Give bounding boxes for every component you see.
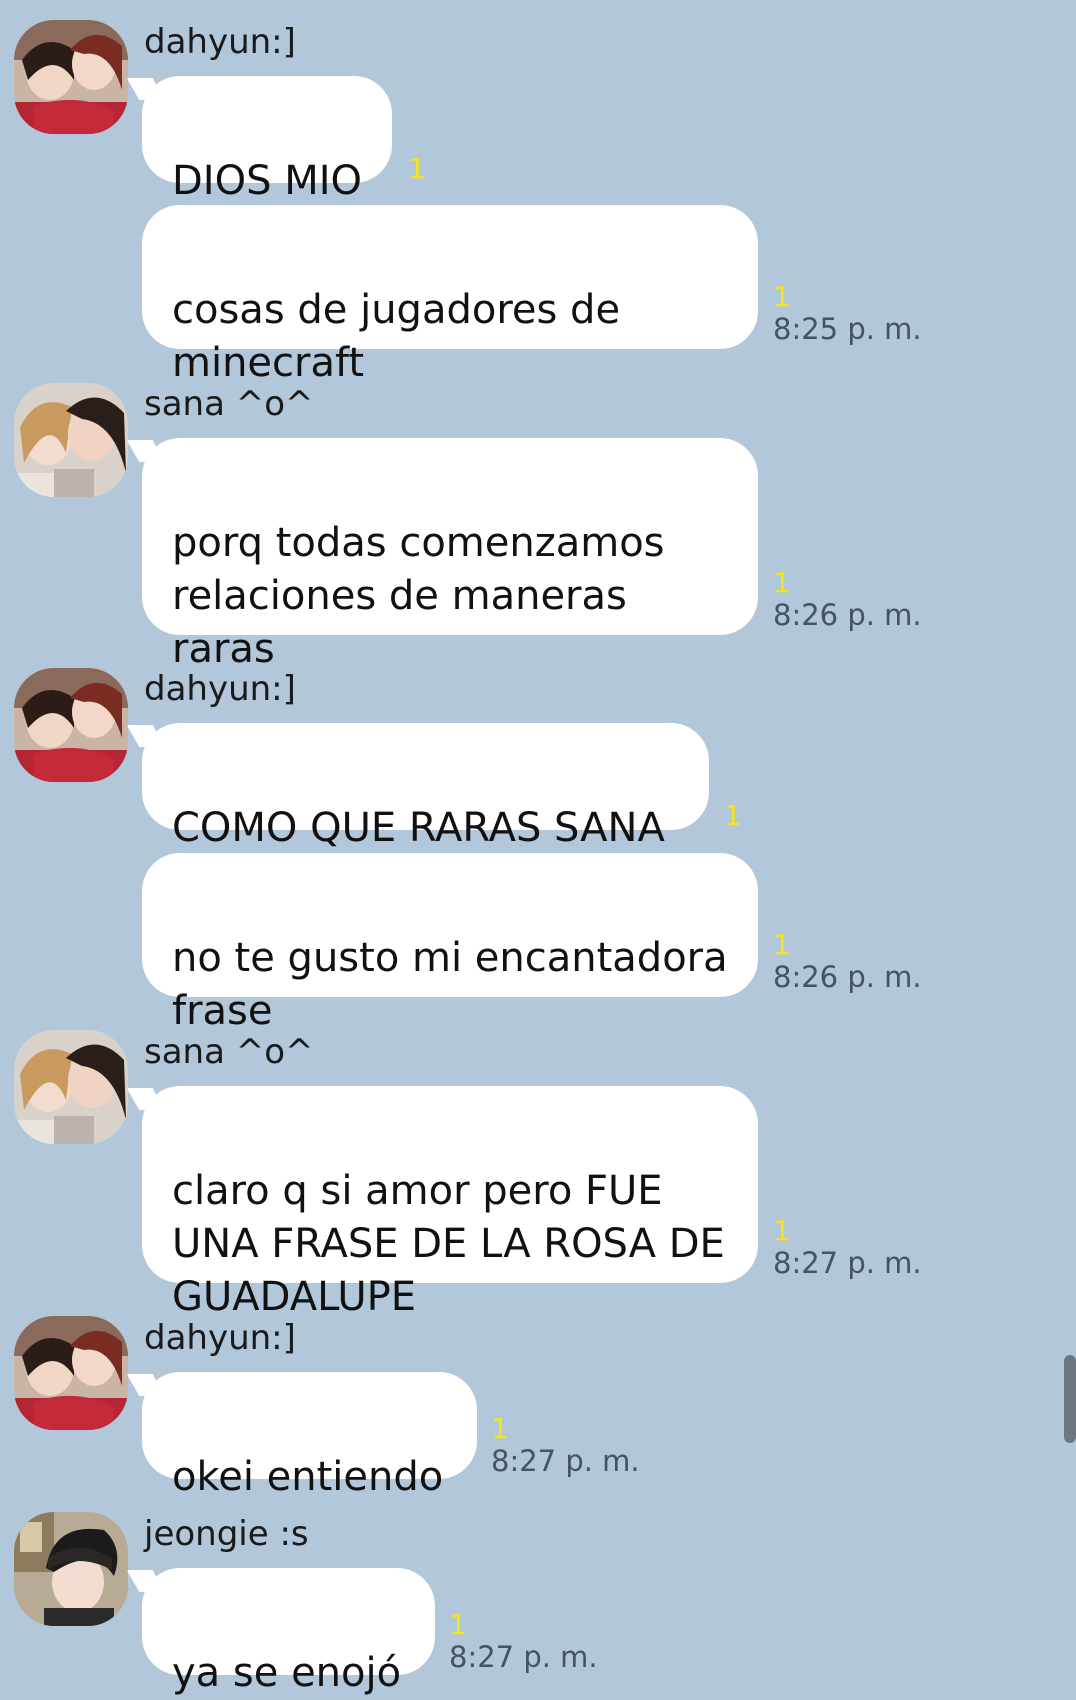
unread-count: 1 [408,152,426,185]
message-meta: 1 [724,801,742,831]
sender-name: dahyun:] [144,1318,296,1358]
message-timestamp: 8:27 p. m. [491,1444,640,1478]
unread-count: 1 [491,1412,509,1445]
message-timestamp: 8:27 p. m. [449,1640,598,1674]
sender-name: sana ^o^ [144,1032,314,1072]
message-meta: 1 8:27 p. m. [773,1214,922,1281]
message-meta: 1 8:27 p. m. [449,1608,598,1675]
scrollbar-thumb[interactable] [1064,1355,1076,1443]
message-text: okei entiendo [172,1454,444,1500]
message-text: DIOS MIO [172,158,362,204]
avatar-dahyun[interactable] [14,668,128,782]
message-timestamp: 8:25 p. m. [773,312,922,346]
unread-count: 1 [724,799,742,832]
avatar-sana[interactable] [14,383,128,497]
message-text: porq todas comenzamos relaciones de mane… [172,520,665,672]
message-meta: 1 [408,154,426,184]
profile-photo-icon [14,1316,128,1430]
message-bubble[interactable]: ya se enojó [142,1568,435,1696]
sender-name: jeongie :s [144,1514,309,1554]
message-bubble[interactable]: DIOS MIO [142,76,392,204]
chat-message-list[interactable]: dahyun:] DIOS MIO 1 cosas de jugadores d… [0,0,1076,1699]
message-bubble[interactable]: no te gusto mi encantadora frase [142,853,758,1034]
message-bubble[interactable]: okei entiendo [142,1372,477,1500]
profile-photo-icon [14,1030,128,1144]
message-meta: 1 8:26 p. m. [773,566,922,633]
message-text: cosas de jugadores de minecraft [172,287,621,386]
message-text: COMO QUE RARAS SANA [172,805,665,851]
unread-count: 1 [773,928,791,961]
sender-name: dahyun:] [144,22,296,62]
avatar-jeongie[interactable] [14,1512,128,1626]
profile-photo-icon [14,1512,128,1626]
unread-count: 1 [773,1214,791,1247]
avatar-dahyun[interactable] [14,1316,128,1430]
unread-count: 1 [773,566,791,599]
profile-photo-icon [14,383,128,497]
profile-photo-icon [14,20,128,134]
unread-count: 1 [449,1608,467,1641]
message-bubble[interactable]: claro q si amor pero FUE UNA FRASE DE LA… [142,1086,758,1320]
message-meta: 1 8:25 p. m. [773,280,922,347]
message-timestamp: 8:26 p. m. [773,598,922,632]
message-text: ya se enojó [172,1650,402,1696]
message-text: no te gusto mi encantadora frase [172,935,728,1034]
message-bubble[interactable]: COMO QUE RARAS SANA [142,723,709,851]
message-text: claro q si amor pero FUE UNA FRASE DE LA… [172,1168,725,1320]
message-meta: 1 8:27 p. m. [491,1412,640,1479]
message-bubble[interactable]: cosas de jugadores de minecraft [142,205,758,386]
profile-photo-icon [14,668,128,782]
message-bubble[interactable]: porq todas comenzamos relaciones de mane… [142,438,758,672]
avatar-sana[interactable] [14,1030,128,1144]
sender-name: dahyun:] [144,669,296,709]
message-timestamp: 8:27 p. m. [773,1246,922,1280]
message-meta: 1 8:26 p. m. [773,928,922,995]
unread-count: 1 [773,280,791,313]
avatar-dahyun[interactable] [14,20,128,134]
message-timestamp: 8:26 p. m. [773,960,922,994]
sender-name: sana ^o^ [144,384,314,424]
